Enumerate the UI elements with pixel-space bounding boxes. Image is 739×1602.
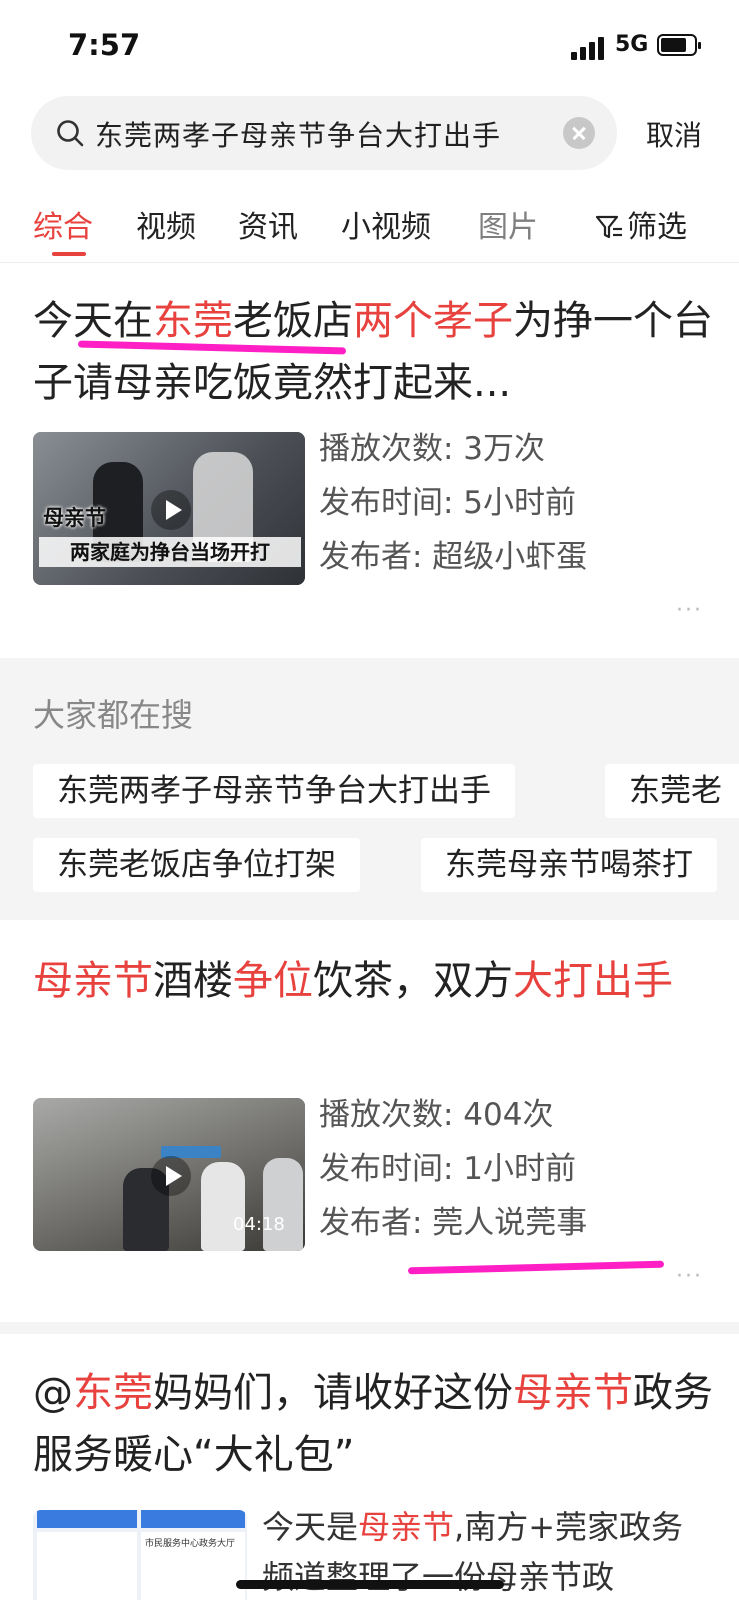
tab-bar: 综合 视频 资讯 小视频 图片 筛选 xyxy=(0,198,739,260)
snippet-highlight: 母亲节 xyxy=(358,1508,455,1546)
play-icon xyxy=(151,490,191,530)
video-duration: 04:18 xyxy=(233,1214,285,1235)
play-count: 播放次数: 404次 xyxy=(319,1097,554,1133)
title-highlight: 东莞 xyxy=(153,298,233,344)
title-highlight: 母亲节 xyxy=(513,1370,633,1416)
thumbnail-caption-1: 母亲节 xyxy=(43,505,106,530)
filter-icon xyxy=(595,215,622,239)
network-label: 5G xyxy=(615,32,649,57)
tab-video[interactable]: 视频 xyxy=(136,202,196,246)
play-icon xyxy=(151,1156,191,1196)
result-meta-1: 播放次数: 3万次 发布时间: 5小时前 发布者: 超级小虾蛋 xyxy=(319,422,587,584)
video-thumbnail-1[interactable]: 母亲节 两家庭为挣台当场开打 xyxy=(33,432,305,585)
title-text: 酒楼 xyxy=(153,958,233,1004)
article-thumbnail-3[interactable]: 市民服务中心政务大厅 xyxy=(33,1510,247,1600)
annotation-underline xyxy=(407,1260,665,1275)
search-bar[interactable]: 东莞两孝子母亲节争台大打出手 xyxy=(31,96,617,170)
clear-search-icon[interactable] xyxy=(563,117,595,149)
signal-icon xyxy=(571,36,607,60)
filter-button[interactable]: 筛选 xyxy=(595,202,687,246)
filter-label: 筛选 xyxy=(627,210,687,245)
result-title-2[interactable]: 母亲节酒楼争位饮茶，双方大打出手 xyxy=(33,950,713,1012)
publisher: 发布者: 莞人说莞事 xyxy=(319,1205,588,1241)
active-tab-indicator xyxy=(52,252,86,256)
result-title-1[interactable]: 今天在东莞老饭店两个孝子为挣一个台子请母亲吃饭竟然打起来... xyxy=(33,290,713,414)
title-text: 饮茶，双方 xyxy=(313,958,513,1004)
publish-time: 发布时间: 5小时前 xyxy=(319,485,577,521)
related-search-chip[interactable]: 东莞两孝子母亲节争台大打出手 xyxy=(33,764,515,818)
thumbnail-heading: 市民服务中心政务大厅 xyxy=(145,1539,236,1549)
title-highlight: 大打出手 xyxy=(513,958,673,1004)
related-search-chip[interactable]: 东莞老 xyxy=(605,764,739,818)
result-title-3[interactable]: @东莞妈妈们，请收好这份母亲节政务服务暖心“大礼包” xyxy=(33,1362,713,1486)
section-separator xyxy=(0,1322,739,1334)
more-options-icon[interactable]: ··· xyxy=(676,1264,703,1289)
search-input[interactable]: 东莞两孝子母亲节争台大打出手 xyxy=(95,114,501,154)
tab-divider xyxy=(0,262,739,263)
tab-short-video[interactable]: 小视频 xyxy=(341,202,431,246)
related-search-chip[interactable]: 东莞母亲节喝茶打 xyxy=(421,838,717,892)
title-highlight: 母亲节 xyxy=(33,958,153,1004)
related-search-chip[interactable]: 东莞老饭店争位打架 xyxy=(33,838,360,892)
more-options-icon[interactable]: ··· xyxy=(676,598,703,623)
cancel-button[interactable]: 取消 xyxy=(646,114,702,154)
tab-images[interactable]: 图片 xyxy=(478,202,538,246)
title-text: 今天在 xyxy=(33,298,153,344)
title-highlight: 东莞 xyxy=(73,1370,153,1416)
title-text: @ xyxy=(33,1370,73,1416)
status-time: 7:57 xyxy=(68,28,141,62)
battery-icon xyxy=(657,34,701,56)
home-indicator[interactable] xyxy=(236,1580,504,1589)
publisher: 发布者: 超级小虾蛋 xyxy=(319,539,588,575)
tab-all[interactable]: 综合 xyxy=(33,202,93,246)
result-meta-2: 播放次数: 404次 发布时间: 1小时前 发布者: 莞人说莞事 xyxy=(319,1088,587,1250)
title-highlight: 两个孝子 xyxy=(353,298,513,344)
status-bar: 7:57 5G xyxy=(0,0,739,92)
related-searches-title: 大家都在搜 xyxy=(33,696,194,734)
snippet-text: 今天是 xyxy=(262,1508,359,1546)
play-count: 播放次数: 3万次 xyxy=(319,431,546,467)
publish-time: 发布时间: 1小时前 xyxy=(319,1151,577,1187)
search-icon xyxy=(57,120,84,147)
tab-news[interactable]: 资讯 xyxy=(238,202,298,246)
title-highlight: 争位 xyxy=(233,958,313,1004)
video-thumbnail-2[interactable]: 04:18 xyxy=(33,1098,305,1251)
title-text: 妈妈们，请收好这份 xyxy=(153,1370,513,1416)
title-text: 老饭店 xyxy=(233,298,353,344)
thumbnail-caption-2: 两家庭为挣台当场开打 xyxy=(39,537,301,567)
